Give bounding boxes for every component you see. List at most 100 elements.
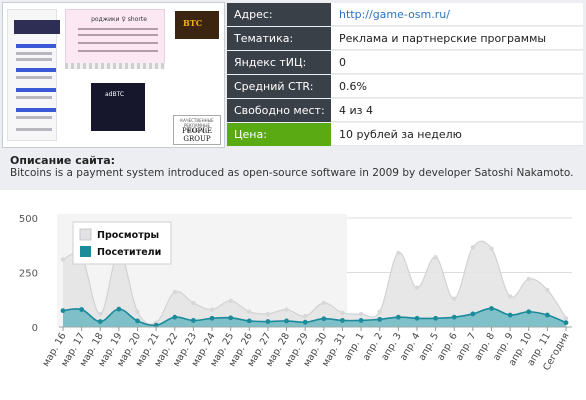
legend-swatch-views (79, 228, 92, 241)
preview-text-bar (16, 58, 52, 61)
preview-dark-ad: adBTC (91, 83, 145, 131)
site-preview-thumbnail[interactable]: роджики ♀ shorte adBTC BTC КАЧЕСТВЕННЫЕ … (2, 2, 225, 148)
views-point (302, 313, 308, 319)
views-point (545, 287, 550, 293)
preview-text-bar (78, 28, 158, 30)
info-value: 4 из 4 (331, 99, 583, 122)
site-info-table: Адрес: http://game-osm.ru/ Тематика: Рек… (227, 3, 583, 148)
info-row-topic: Тематика: Реклама и партнерские программ… (227, 27, 583, 50)
views-point (433, 255, 438, 260)
visitors-point (60, 308, 66, 314)
views-point (452, 296, 457, 301)
info-label: Средний CTR: (227, 75, 331, 98)
views-point (414, 285, 420, 290)
visitors-point (451, 314, 457, 320)
visitors-point (544, 312, 550, 318)
preview-people-group-ad: КАЧЕСТВЕННЫЕ РЕКЛАМНЫЕ РЕШЕНИЯ PEOPLE GR… (173, 115, 221, 145)
visitors-point (284, 318, 289, 324)
visitors-point (470, 311, 476, 317)
info-label: Тематика: (227, 27, 331, 50)
site-card: роджики ♀ shorte adBTC BTC КАЧЕСТВЕННЫЕ … (0, 0, 586, 400)
visitors-point (246, 318, 252, 324)
preview-text-bar (16, 116, 52, 119)
preview-center-column: роджики ♀ shorte adBTC (61, 5, 169, 145)
visitors-point (79, 307, 85, 312)
legend-swatch-visitors (80, 246, 91, 257)
visitors-point (265, 319, 271, 324)
preview-divider (65, 63, 165, 69)
description-title: Описание сайта: (10, 154, 116, 167)
preview-link-bar (16, 88, 56, 92)
y-tick-label: 0 (32, 323, 38, 334)
views-point (470, 245, 476, 250)
preview-pg-name: PEOPLE GROUP (181, 127, 213, 143)
info-label: Свободно мест: (227, 99, 331, 122)
visitors-point (414, 315, 420, 321)
views-point (265, 311, 271, 317)
views-point (284, 307, 289, 312)
visitors-point (395, 314, 401, 320)
preview-text-bar (16, 96, 52, 99)
description-text: Bitcoins is a payment system introduced … (10, 167, 574, 179)
info-label: Адрес: (227, 3, 331, 26)
views-point (340, 310, 345, 316)
visitors-point (209, 315, 215, 321)
info-row-price: Цена: 10 рублей за неделю (227, 123, 583, 146)
views-point (98, 311, 103, 317)
visitors-point (191, 318, 196, 323)
views-point (358, 311, 364, 317)
info-row-address: Адрес: http://game-osm.ru/ (227, 3, 583, 26)
visitors-point (563, 320, 569, 326)
visitors-point (526, 309, 532, 315)
info-row-ctr: Средний CTR: 0.6% (227, 75, 583, 98)
views-point (228, 298, 233, 304)
info-value: Реклама и партнерские программы (331, 27, 583, 50)
info-value: 0.6% (331, 75, 583, 98)
site-url-link[interactable]: http://game-osm.ru/ (339, 8, 450, 21)
preview-link-bar (16, 108, 56, 112)
preview-btc-banner: BTC (175, 11, 219, 39)
info-row-tic: Яндекс тИЦ: 0 (227, 51, 583, 74)
visitors-point (433, 315, 438, 321)
views-point (191, 300, 196, 306)
info-row-free-slots: Свободно мест: 4 из 4 (227, 99, 583, 122)
stats-chart: 0 250 500 мар. 16 мар. 17 мар. 18 мар. 19 мар. … (0, 190, 586, 400)
preview-text-bar (78, 50, 158, 52)
views-point (526, 276, 531, 282)
stats-chart-svg: 0250500мар. 16мар. 17мар. 18мар. 19мар. … (19, 214, 572, 373)
visitors-point (358, 318, 364, 323)
views-point (396, 250, 401, 256)
visitors-point (377, 316, 383, 322)
preview-right-column: BTC КАЧЕСТВЕННЫЕ РЕКЛАМНЫЕ РЕШЕНИЯ PEOPL… (173, 5, 221, 145)
preview-text-bar (78, 34, 158, 36)
legend-label-views: Просмотры (97, 230, 159, 241)
visitors-point (340, 318, 345, 323)
views-point (489, 246, 494, 251)
visitors-point (172, 314, 178, 320)
visitors-point (116, 306, 122, 312)
visitors-point (97, 319, 103, 324)
views-point (507, 294, 513, 299)
views-point (135, 309, 140, 314)
preview-pink-banner: роджики ♀ shorte (65, 9, 165, 67)
preview-text-bar (78, 42, 158, 44)
preview-text-bar (16, 52, 52, 55)
preview-link-bar (16, 44, 56, 48)
legend-label-visitors: Посетители (97, 247, 161, 258)
visitors-point (489, 306, 494, 311)
y-tick-label: 500 (19, 214, 38, 225)
views-point (60, 257, 66, 262)
preview-text-bar (16, 76, 52, 79)
info-value: http://game-osm.ru/ (331, 3, 583, 26)
views-point (563, 316, 569, 321)
views-point (247, 309, 252, 314)
info-value: 10 рублей за неделю (331, 123, 583, 146)
visitors-point (135, 318, 140, 324)
preview-text-bar (16, 128, 52, 131)
visitors-point (302, 319, 308, 325)
views-point (209, 307, 215, 312)
preview-dark-ad-text: adBTC (105, 91, 125, 98)
info-value: 0 (331, 51, 583, 74)
info-label: Цена: (227, 123, 331, 146)
visitors-point (507, 312, 513, 318)
